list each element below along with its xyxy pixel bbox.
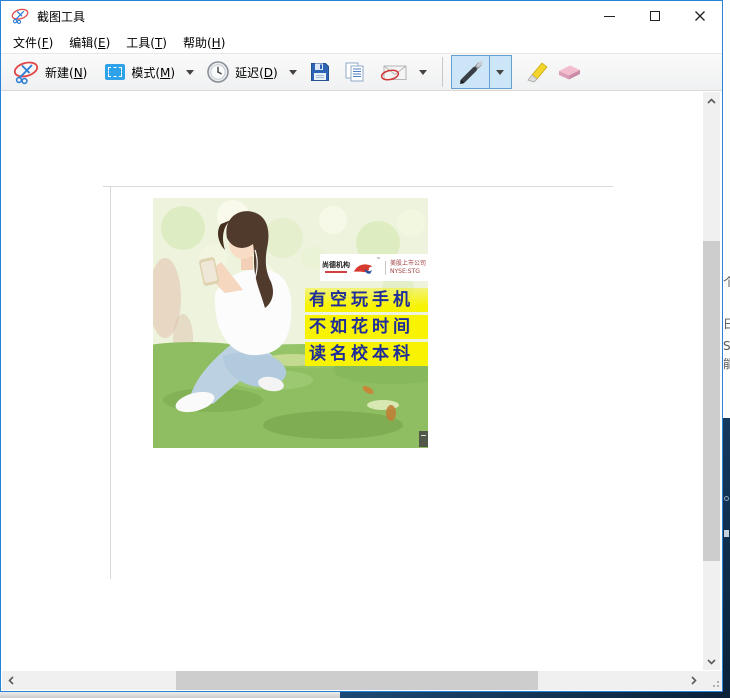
ad-slogan-line: 有空玩手机 (305, 288, 428, 312)
mode-button[interactable]: 模式(M) (105, 64, 175, 81)
toolbar-separator (442, 57, 443, 87)
eraser-icon (556, 63, 582, 81)
snip-canvas[interactable]: 尚德机构 ™ 美股上市公司 NYSE:STG 有空玩手机 不如花时间 (1, 91, 722, 671)
chevron-down-icon (186, 70, 194, 75)
menubar: 文件(F) 编辑(E) 工具(T) 帮助(H) (1, 31, 722, 53)
chevron-down-icon (496, 70, 504, 75)
window-controls (587, 1, 722, 31)
maximize-button[interactable] (632, 1, 677, 31)
captured-page-horizontal-rule (103, 186, 613, 187)
copy-button[interactable] (344, 61, 366, 83)
ad-label-badge (419, 431, 428, 447)
chevron-down-icon (289, 70, 297, 75)
background-text-fragment: S (723, 340, 730, 352)
scissors-icon (13, 59, 39, 85)
chevron-left-icon (8, 676, 14, 685)
ad-slogan-line: 不如花时间 (305, 315, 428, 339)
maximize-icon (650, 11, 660, 21)
ad-brand-name: 尚德机构 (322, 262, 350, 270)
horizontal-scrollbar-thumb[interactable] (176, 671, 538, 690)
mode-dropdown-button[interactable] (183, 60, 197, 84)
captured-page-vertical-rule (110, 186, 111, 579)
new-button-label: 新建(N) (45, 64, 87, 81)
background-window-bottom-sliver (0, 692, 723, 698)
background-window-navy-area (723, 418, 730, 698)
background-text-fragment: 个 (723, 276, 730, 288)
background-blob-fragment (724, 530, 729, 537)
menu-edit[interactable]: 编辑(E) (61, 32, 118, 53)
logo-divider (385, 261, 386, 275)
minimize-icon (604, 16, 615, 17)
trademark-symbol: ™ (376, 257, 381, 263)
chevron-down-icon (707, 659, 716, 665)
background-window-right-sliver: 个 日 S 能 (723, 0, 730, 698)
scroll-up-button[interactable] (703, 92, 720, 109)
vertical-scrollbar-thumb[interactable] (703, 241, 720, 561)
send-email-dropdown-button[interactable] (416, 60, 430, 84)
window-title: 截图工具 (37, 8, 85, 25)
chevron-down-icon (419, 70, 427, 75)
close-button[interactable] (677, 1, 722, 31)
pen-dropdown-button[interactable] (490, 56, 511, 88)
close-icon (694, 10, 706, 22)
minimize-button[interactable] (587, 1, 632, 31)
pen-button[interactable] (452, 56, 490, 88)
floppy-disk-icon (310, 62, 330, 82)
pen-button-group (451, 55, 512, 89)
delay-button-label: 延迟(D) (235, 64, 278, 81)
save-button[interactable] (310, 62, 330, 82)
chevron-up-icon (707, 98, 716, 104)
scroll-down-button[interactable] (703, 653, 720, 670)
ad-listed-company: 美股上市公司 NYSE:STG (390, 260, 426, 276)
bull-logo-icon (352, 260, 374, 276)
highlighter-icon (522, 59, 548, 85)
scroll-left-button[interactable] (2, 671, 19, 690)
delay-button[interactable]: 延迟(D) (207, 61, 278, 83)
menu-help[interactable]: 帮助(H) (175, 32, 233, 53)
highlighter-button[interactable] (522, 59, 548, 85)
background-circle-fragment (724, 496, 729, 501)
toolbar: 新建(N) 模式(M) 延迟(D) (1, 53, 722, 91)
ad-brand: 尚德机构 (322, 262, 350, 273)
ad-logo-strip: 尚德机构 ™ 美股上市公司 NYSE:STG (320, 254, 428, 281)
delay-dropdown-button[interactable] (286, 60, 300, 84)
vertical-scrollbar[interactable] (703, 92, 720, 670)
selection-rectangle-icon (105, 64, 125, 80)
scroll-right-button[interactable] (685, 671, 702, 690)
menu-tools[interactable]: 工具(T) (118, 32, 175, 53)
resize-grip[interactable] (702, 671, 722, 690)
ad-listed-line2: NYSE:STG (390, 268, 426, 276)
ad-slogan-line: 读名校本科 (305, 342, 428, 366)
eraser-button[interactable] (556, 63, 582, 81)
background-text-fragment: 能 (723, 358, 730, 370)
copy-pages-icon (344, 61, 366, 83)
pen-icon (456, 58, 484, 86)
background-navy-strip (340, 692, 723, 698)
captured-ad-image: 尚德机构 ™ 美股上市公司 NYSE:STG 有空玩手机 不如花时间 (153, 198, 428, 448)
horizontal-scrollbar[interactable] (2, 671, 702, 690)
titlebar[interactable]: 截图工具 (1, 1, 722, 31)
clock-icon (207, 61, 229, 83)
ad-listed-line1: 美股上市公司 (390, 260, 426, 268)
menu-file[interactable]: 文件(F) (5, 32, 61, 53)
ad-brand-tagline-bar (325, 271, 347, 273)
background-text-fragment: 日 (723, 318, 730, 330)
app-scissors-icon (11, 7, 29, 25)
new-button[interactable]: 新建(N) (13, 59, 87, 85)
send-email-button[interactable] (380, 62, 408, 82)
mode-button-label: 模式(M) (131, 64, 175, 81)
envelope-icon (380, 62, 408, 82)
chevron-right-icon (691, 676, 697, 685)
snipping-tool-window: 截图工具 文件(F) 编辑(E) 工具(T) 帮助(H) (0, 0, 723, 692)
screen: 个 日 S 能 截图工具 (0, 0, 730, 698)
